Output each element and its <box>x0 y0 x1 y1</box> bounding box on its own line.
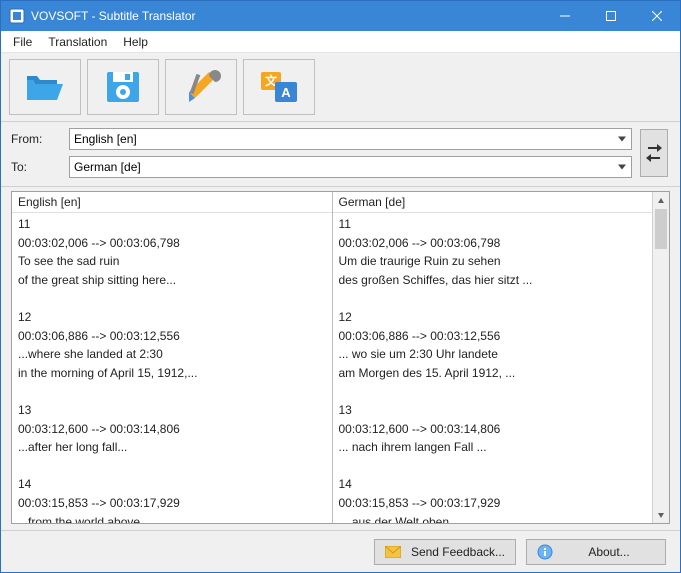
save-button[interactable] <box>87 59 159 115</box>
from-label: From: <box>11 132 61 146</box>
content-area: English [en] 11 00:03:02,006 --> 00:03:0… <box>1 187 680 530</box>
menu-file[interactable]: File <box>5 33 40 51</box>
swap-languages-button[interactable] <box>640 129 668 177</box>
scroll-up-button[interactable] <box>653 192 669 209</box>
swap-icon <box>645 140 663 166</box>
minimize-icon <box>560 11 570 21</box>
menu-translation[interactable]: Translation <box>40 33 115 51</box>
titlebar: VOVSOFT - Subtitle Translator <box>1 1 680 31</box>
tools-icon <box>179 68 223 106</box>
chevron-down-icon <box>657 511 665 519</box>
settings-button[interactable] <box>165 59 237 115</box>
panels: English [en] 11 00:03:02,006 --> 00:03:0… <box>11 191 670 524</box>
translate-icon: 文 A <box>257 68 301 106</box>
folder-open-icon <box>23 68 67 106</box>
window-title: VOVSOFT - Subtitle Translator <box>31 9 542 23</box>
menubar: File Translation Help <box>1 31 680 53</box>
source-panel-body[interactable]: 11 00:03:02,006 --> 00:03:06,798 To see … <box>12 213 332 523</box>
close-button[interactable] <box>634 1 680 31</box>
about-button[interactable]: About... <box>526 539 666 565</box>
close-icon <box>652 11 662 21</box>
target-panel: German [de] 11 00:03:02,006 --> 00:03:06… <box>333 192 653 523</box>
minimize-button[interactable] <box>542 1 588 31</box>
vertical-scrollbar[interactable] <box>652 192 669 523</box>
floppy-save-icon <box>101 68 145 106</box>
source-panel: English [en] 11 00:03:02,006 --> 00:03:0… <box>12 192 333 523</box>
info-icon <box>537 544 553 560</box>
svg-text:A: A <box>281 85 291 100</box>
scroll-down-button[interactable] <box>653 506 669 523</box>
chevron-up-icon <box>657 197 665 205</box>
open-button[interactable] <box>9 59 81 115</box>
toolbar: 文 A <box>1 53 680 122</box>
from-language-combo[interactable]: English [en] <box>69 128 632 150</box>
scroll-thumb[interactable] <box>655 209 667 249</box>
menu-help[interactable]: Help <box>115 33 156 51</box>
window-buttons <box>542 1 680 31</box>
from-language-select[interactable]: English [en] <box>69 128 632 150</box>
to-language-select[interactable]: German [de] <box>69 156 632 178</box>
source-panel-header: English [en] <box>12 192 332 213</box>
send-feedback-label: Send Feedback... <box>411 545 505 559</box>
maximize-button[interactable] <box>588 1 634 31</box>
app-icon <box>9 8 25 24</box>
target-panel-header: German [de] <box>333 192 653 213</box>
to-language-combo[interactable]: German [de] <box>69 156 632 178</box>
about-label: About... <box>563 545 655 559</box>
bottombar: Send Feedback... About... <box>1 530 680 572</box>
translate-button[interactable]: 文 A <box>243 59 315 115</box>
language-selectors: From: English [en] To: German [de] <box>1 122 680 187</box>
app-window: VOVSOFT - Subtitle Translator File Trans… <box>0 0 681 573</box>
maximize-icon <box>606 11 616 21</box>
scroll-track[interactable] <box>653 209 669 506</box>
to-label: To: <box>11 160 61 174</box>
target-panel-body[interactable]: 11 00:03:02,006 --> 00:03:06,798 Um die … <box>333 213 653 523</box>
send-feedback-button[interactable]: Send Feedback... <box>374 539 516 565</box>
feedback-icon <box>385 544 401 560</box>
